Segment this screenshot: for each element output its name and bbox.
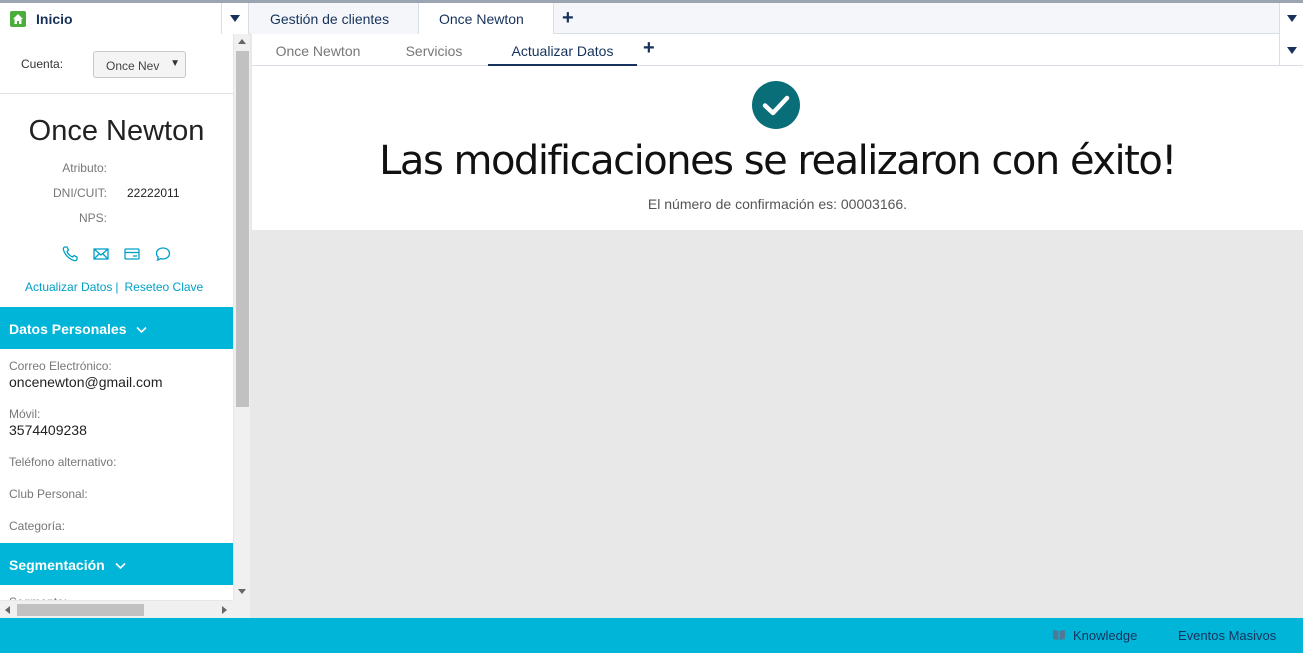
chevron-down-icon [136, 321, 147, 337]
tab-overflow-button[interactable] [1279, 3, 1303, 34]
chat-icon[interactable] [154, 245, 172, 263]
add-tab-plus-icon[interactable]: + [562, 8, 574, 28]
club-personal-label: Club Personal: [9, 487, 88, 501]
home-tab-menu-button[interactable] [222, 3, 249, 34]
mass-events-button[interactable]: Eventos Masivos [1178, 628, 1276, 643]
dni-cuit-value: 22222011 [127, 186, 180, 200]
alt-phone-label: Teléfono alternativo: [9, 455, 117, 469]
knowledge-button[interactable]: Knowledge [1073, 628, 1137, 643]
select-caret-icon: ▼ [170, 58, 180, 69]
tab-label: Gestión de clientes [270, 10, 390, 27]
account-select[interactable]: Once Nev ▼ [93, 51, 186, 78]
personal-data-section-header[interactable]: Datos Personales [0, 307, 233, 349]
section-title: Segmentación [9, 557, 105, 573]
caret-down-icon [230, 15, 240, 22]
main-content: Once Newton Servicios Actualizar Datos +… [252, 34, 1303, 618]
attribute-label: Atributo: [62, 161, 107, 175]
scroll-up-arrow-icon[interactable] [238, 39, 246, 44]
nps-label: NPS: [78, 211, 107, 225]
account-select-value: Once Nev [106, 59, 160, 73]
dni-cuit-label: DNI/CUIT: [53, 186, 107, 200]
utility-bar: Knowledge Eventos Masivos [0, 618, 1303, 653]
email-value: oncenewton@gmail.com [9, 374, 163, 390]
mobile-value: 3574409238 [9, 422, 87, 438]
tab-label: Once Newton [439, 10, 524, 27]
customer-name: Once Newton [28, 115, 205, 147]
book-icon [1052, 628, 1066, 640]
scrollbar-corner [233, 600, 250, 618]
scroll-thumb[interactable] [17, 604, 144, 616]
tab-once-newton[interactable]: Once Newton [419, 3, 554, 35]
category-label: Categoría: [9, 519, 66, 533]
segmentation-section-header[interactable]: Segmentación [0, 543, 233, 585]
scroll-down-arrow-icon[interactable] [238, 589, 246, 594]
home-tab-label: Inicio [36, 10, 73, 27]
home-tab[interactable]: Inicio [0, 3, 222, 34]
account-selector-row: Cuenta: Once Nev ▼ [0, 34, 233, 94]
link-separator: | [115, 280, 119, 294]
vertical-scrollbar[interactable] [233, 34, 250, 618]
subtab-actualizar-datos[interactable]: Actualizar Datos [488, 34, 637, 66]
success-panel: Las modificaciones se realizaron con éxi… [252, 66, 1303, 230]
email-icon[interactable] [92, 245, 110, 263]
mobile-label: Móvil: [9, 407, 41, 421]
tab-gestion-clientes[interactable]: Gestión de clientes [250, 3, 419, 34]
confirmation-number: El número de confirmación es: 00003166. [647, 196, 908, 212]
subtab-label: Actualizar Datos [511, 43, 614, 59]
subtab-servicios[interactable]: Servicios [384, 34, 484, 66]
subtab-label: Servicios [405, 43, 463, 59]
customer-action-links: Actualizar Datos | Reseteo Clave [25, 280, 203, 294]
add-subtab-plus-icon[interactable]: + [643, 38, 655, 58]
caret-down-icon [1286, 46, 1297, 54]
customer-sidebar: Cuenta: Once Nev ▼ Once Newton Atributo:… [0, 34, 250, 618]
success-check-icon [752, 81, 800, 129]
home-icon [10, 10, 26, 27]
subtab-bar: Once Newton Servicios Actualizar Datos + [252, 34, 1303, 66]
section-title: Datos Personales [9, 321, 127, 337]
chevron-down-icon [115, 557, 126, 573]
scroll-right-arrow-icon[interactable] [222, 606, 227, 614]
contact-actions [61, 245, 172, 263]
reset-password-link[interactable]: Reseteo Clave [125, 280, 204, 294]
workspace-tab-bar: Inicio Gestión de clientes Once Newton + [0, 3, 1303, 35]
subtab-once-newton[interactable]: Once Newton [252, 34, 384, 66]
caret-down-icon [1286, 15, 1297, 22]
scroll-thumb[interactable] [236, 51, 249, 407]
card-icon[interactable] [123, 245, 141, 263]
subtab-overflow-button[interactable] [1279, 34, 1303, 66]
horizontal-scrollbar[interactable] [0, 600, 233, 618]
success-title: Las modificaciones se realizaron con éxi… [379, 138, 1177, 184]
account-label: Cuenta: [21, 57, 64, 71]
phone-icon[interactable] [61, 245, 79, 263]
update-data-link[interactable]: Actualizar Datos [25, 280, 112, 294]
scroll-left-arrow-icon[interactable] [5, 606, 10, 614]
email-label: Correo Electrónico: [9, 359, 112, 373]
subtab-label: Once Newton [275, 43, 361, 59]
